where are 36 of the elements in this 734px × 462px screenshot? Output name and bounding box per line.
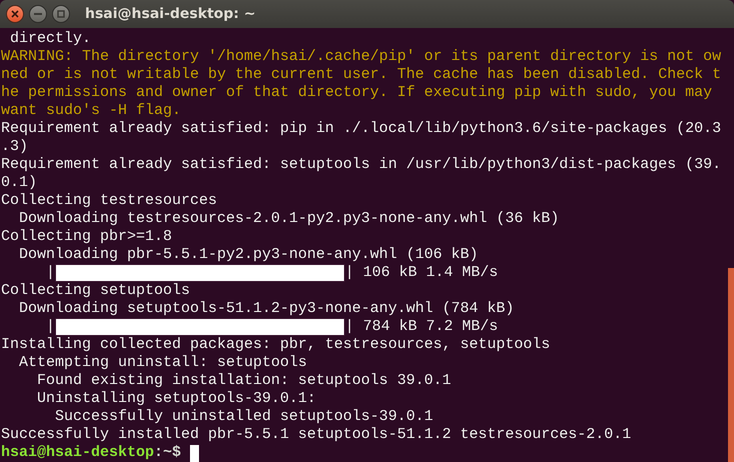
output-line: Downloading setuptools-51.1.2-py3-none-any.whl (784 kB) (18, 300, 514, 318)
output-line: 0.1) (1, 174, 38, 192)
close-button[interactable] (6, 5, 24, 23)
minimize-button[interactable] (29, 5, 47, 23)
maximize-button[interactable] (52, 5, 70, 23)
output-line: Requirement already satisfied: setuptools in /usr/lib/python3/dist-packages (39. (1, 156, 722, 174)
warning-line: ned or is not writable by the current user. The cache has been disabled. Check t (1, 66, 722, 84)
output-line: Collecting setuptools (1, 282, 190, 300)
progress-prefix: | (45, 264, 56, 282)
output-line: Downloading testresources-2.0.1-py2.py3-none-any.whl (36 kB) (18, 210, 560, 228)
close-icon (11, 10, 19, 18)
cursor-block (190, 444, 200, 462)
output-line: Uninstalling setuptools-39.0.1: (36, 390, 316, 408)
output-line: Successfully installed pbr-5.5.1 setuptools-51.1.2 testresources-2.0.1 (1, 426, 632, 444)
maximize-icon (57, 10, 65, 18)
progress-reading: | 106 kB 1.4 MB/s (345, 264, 498, 282)
warning-line: he permissions and owner of that directory. If executing pip with sudo, you may (1, 84, 712, 102)
prompt-user: hsai@hsai-desktop (1, 444, 154, 462)
prompt-path: :~$ (154, 444, 182, 462)
output-line: Found existing installation: setuptools 39.0.1 (36, 372, 452, 390)
output-line: directly. (9, 30, 92, 48)
output-line: Downloading pbr-5.5.1-py2.py3-none-any.whl (106 kB) (18, 246, 478, 264)
warning-line: want sudo's -H flag. (1, 102, 182, 120)
minimize-icon (34, 13, 42, 15)
output-line: Installing collected packages: pbr, testresources, setuptools (1, 336, 550, 354)
output-line: Attempting uninstall: setuptools (18, 354, 308, 372)
output-line: .3) (1, 138, 28, 156)
progress-reading: | 784 kB 7.2 MB/s (345, 318, 498, 336)
window-title: hsai@hsai-desktop: ~ (85, 4, 256, 24)
progress-prefix: | (45, 318, 56, 336)
output-line: Successfully uninstalled setuptools-39.0.1 (54, 408, 434, 426)
scrollbar-thumb[interactable] (728, 268, 734, 462)
output-line: Collecting pbr>=1.8 (1, 228, 172, 246)
output-line: Requirement already satisfied: pip in ./.local/lib/python3.6/site-packages (20.3 (1, 120, 722, 138)
output-line: Collecting testresources (1, 192, 218, 210)
warning-line: WARNING: The directory '/home/hsai/.cache/pip' or its parent directory is not ow (1, 48, 722, 66)
